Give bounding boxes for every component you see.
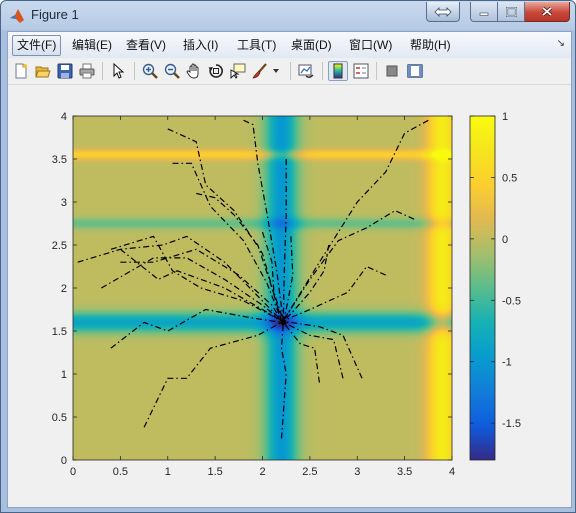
minimum-point <box>280 319 287 326</box>
y-tick-label: 3 <box>61 197 67 209</box>
print-button[interactable] <box>77 61 97 81</box>
heatmap-image <box>73 116 452 460</box>
figure-client-area: 文件(F) 编辑(E) 查看(V) 插入(I) 工具(T) 桌面(D) 窗口(W… <box>7 31 572 508</box>
menu-desktop[interactable]: 桌面(D) <box>287 36 336 55</box>
menu-bar: 文件(F) 编辑(E) 查看(V) 插入(I) 工具(T) 桌面(D) 窗口(W… <box>8 32 571 58</box>
brush-dropdown-button[interactable] <box>270 61 282 81</box>
menu-help[interactable]: 帮助(H) <box>406 36 455 55</box>
print-icon <box>79 63 95 79</box>
menu-edit[interactable]: 编辑(E) <box>68 36 116 55</box>
new-figure-button[interactable] <box>11 61 31 81</box>
menu-view[interactable]: 查看(V) <box>122 36 170 55</box>
figure-canvas[interactable]: 0 0.5 1 1.5 2 2.5 3 3.5 4 0 0.5 1 1.5 2 2.5 3 3.5 4 1 0.5 0 -… <box>8 85 571 507</box>
zoom-in-icon <box>142 63 158 79</box>
x-tick-label: 1.5 <box>207 466 222 478</box>
legend-button[interactable] <box>351 61 371 81</box>
link-plot-button[interactable] <box>296 61 316 81</box>
edit-plot-arrow-icon <box>113 63 125 79</box>
open-file-icon <box>35 66 51 78</box>
x-tick-label: 0 <box>70 466 76 478</box>
brush-button[interactable] <box>250 61 270 81</box>
save-icon <box>57 63 73 79</box>
y-tick-label: 0 <box>61 455 67 467</box>
rotate-3d-icon <box>208 64 223 78</box>
brush-icon <box>252 63 267 79</box>
x-tick-label: 1 <box>165 466 171 478</box>
edit-plot-button[interactable] <box>108 61 128 81</box>
link-plot-icon <box>298 64 314 78</box>
close-button[interactable] <box>525 2 570 22</box>
colorbar-tick-label: 1 <box>502 111 508 123</box>
figure-toolbar <box>8 58 571 85</box>
x-tick-label: 3 <box>354 466 360 478</box>
aero-snap-button[interactable] <box>426 2 460 22</box>
y-tick-label: 2 <box>61 283 67 295</box>
show-plot-tools-icon <box>407 64 423 78</box>
y-tick-label: 3.5 <box>52 154 67 166</box>
minimize-button[interactable] <box>470 2 498 22</box>
menu-tools[interactable]: 工具(T) <box>233 36 280 55</box>
x-tick-label: 2 <box>259 466 265 478</box>
menu-file[interactable]: 文件(F) <box>12 35 62 56</box>
colorbar-tick-label: 0 <box>502 234 508 246</box>
legend-icon <box>353 63 369 79</box>
menu-window[interactable]: 窗口(W) <box>345 36 396 55</box>
minimize-icon <box>479 12 489 16</box>
zoom-out-icon <box>164 63 180 79</box>
menu-insert[interactable]: 插入(I) <box>179 36 222 55</box>
y-tick-label: 1.5 <box>52 326 67 338</box>
x-tick-label: 3.5 <box>397 466 412 478</box>
new-figure-icon <box>15 63 27 79</box>
colorbar-tick-label: -1 <box>502 357 512 369</box>
y-tick-label: 2.5 <box>52 240 67 252</box>
x-tick-label: 0.5 <box>113 466 128 478</box>
show-plot-tools-button[interactable] <box>405 61 425 81</box>
y-tick-label: 0.5 <box>52 412 67 424</box>
close-icon <box>541 6 553 17</box>
title-bar[interactable]: Figure 1 <box>1 1 575 31</box>
colorbar-icon <box>333 63 343 79</box>
dock-arrow-icon[interactable]: ↘ <box>557 38 565 49</box>
data-cursor-button[interactable] <box>228 61 248 81</box>
zoom-in-button[interactable] <box>140 61 160 81</box>
y-tick-label: 1 <box>61 369 67 381</box>
colorbar-button[interactable] <box>328 61 348 81</box>
x-tick-label: 2.5 <box>302 466 317 478</box>
matlab-icon <box>10 9 24 23</box>
plot-svg[interactable]: 0 0.5 1 1.5 2 2.5 3 3.5 4 0 0.5 1 1.5 2 2.5 3 3.5 4 1 0.5 0 -… <box>8 85 571 507</box>
data-cursor-icon <box>230 63 246 79</box>
hide-plot-tools-button[interactable] <box>382 61 402 81</box>
maximize-button[interactable] <box>498 2 525 22</box>
arrows-horizontal-icon <box>434 6 452 17</box>
pan-hand-icon <box>186 63 199 79</box>
hide-plot-tools-icon <box>386 65 398 77</box>
x-tick-label: 4 <box>449 466 455 478</box>
colorbar-tick-label: 0.5 <box>502 172 517 184</box>
colorbar-tick-label: -1.5 <box>502 418 521 430</box>
rotate-3d-button[interactable] <box>206 61 226 81</box>
maximize-icon <box>505 6 517 17</box>
colorbar-tick-label: -0.5 <box>502 295 521 307</box>
open-file-button[interactable] <box>33 61 53 81</box>
pan-button[interactable] <box>184 61 204 81</box>
chevron-down-icon <box>273 69 279 73</box>
figure-window: Figure 1 文件(F) 编辑(E) 查看(V) 插入(I) 工具(T) 桌… <box>0 0 576 513</box>
save-button[interactable] <box>55 61 75 81</box>
y-tick-label: 4 <box>61 111 67 123</box>
window-title: Figure 1 <box>31 7 79 22</box>
colorbar[interactable] <box>469 115 496 461</box>
zoom-out-button[interactable] <box>162 61 182 81</box>
